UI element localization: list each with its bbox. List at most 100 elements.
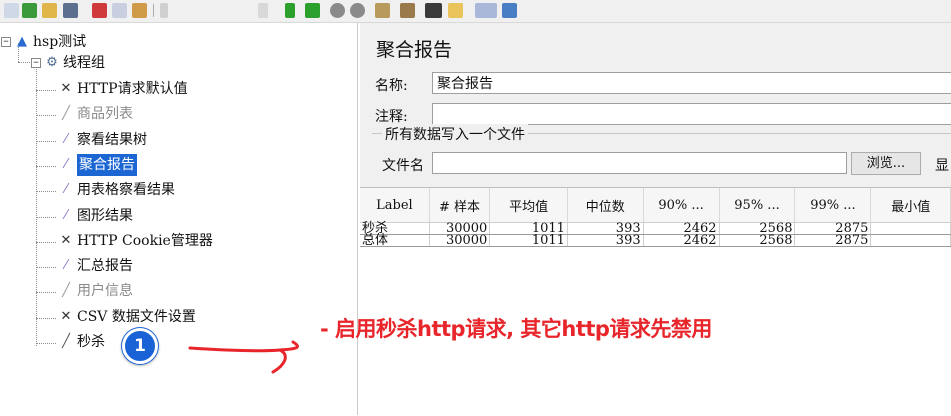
- table-cell: [870, 234, 951, 247]
- stop-icon[interactable]: [330, 3, 345, 18]
- column-header[interactable]: Label: [360, 188, 430, 223]
- tree-node-item[interactable]: ⁄ 察看结果树: [58, 129, 147, 151]
- page-title: 聚合报告: [376, 39, 453, 61]
- tree-node-label: 线程组: [63, 55, 105, 71]
- column-header[interactable]: 中位数: [567, 188, 644, 223]
- tree-line: [36, 241, 56, 243]
- tree-line: [36, 90, 56, 91]
- group-legend: 所有数据写入一个文件: [382, 124, 528, 144]
- browse-button[interactable]: 浏览...: [851, 152, 921, 175]
- tree-line: [36, 165, 56, 167]
- testplan-icon: ▲: [17, 34, 27, 49]
- filename-field[interactable]: [432, 152, 847, 174]
- column-header[interactable]: 平均值: [489, 188, 568, 223]
- tree-node-label: 秒杀: [77, 334, 105, 350]
- tree-line: [36, 191, 56, 193]
- tree-node-label: 汇总报告: [77, 258, 133, 275]
- tree-line: [36, 216, 56, 218]
- tree-node-label: CSV 数据文件设置: [77, 308, 196, 325]
- tree-node-item[interactable]: ⁄ 聚合报告: [58, 153, 137, 176]
- table-cell: 393: [567, 234, 644, 247]
- filename-label: 文件名: [382, 158, 424, 174]
- table-cell: 30000: [429, 234, 491, 247]
- step-badge: 1: [122, 328, 158, 364]
- tree-line: [36, 317, 56, 319]
- graph-icon: ⁄: [64, 182, 68, 198]
- start-no-pause-icon[interactable]: [305, 3, 320, 18]
- tree-node-label: 察看结果树: [77, 131, 147, 148]
- instruction-text: - 启用秒杀http请求, 其它http请求先禁用: [320, 317, 712, 341]
- pipette-icon: ╱: [62, 334, 70, 349]
- pipette-icon: ╱: [62, 106, 70, 122]
- tree-node-label: 用表格察看结果: [77, 182, 175, 199]
- column-header[interactable]: # 样本: [429, 188, 491, 223]
- table-cell: 2875: [794, 234, 872, 247]
- column-header[interactable]: 95% ...: [719, 188, 796, 223]
- new-plan-icon[interactable]: [4, 3, 19, 18]
- tree-node-item[interactable]: ✕ CSV 数据文件设置: [58, 306, 196, 328]
- clear-all-icon[interactable]: [448, 3, 463, 18]
- gear-icon: ⚙: [46, 55, 58, 70]
- wrench-icon: ✕: [60, 232, 72, 248]
- remote-start-icon[interactable]: [375, 3, 390, 18]
- toolbar-separator: [153, 4, 154, 17]
- tree-node-label: 商品列表: [77, 106, 133, 123]
- arrow-annotation: [188, 340, 299, 374]
- display-label: 显: [935, 158, 949, 174]
- cut-icon[interactable]: [92, 3, 107, 18]
- tree-node-item[interactable]: ╱ 商品列表: [58, 103, 133, 125]
- tree-node-item[interactable]: ⁄ 图形结果: [58, 205, 133, 227]
- tree-node-label: HTTP请求默认值: [77, 81, 188, 97]
- table-cell: 2568: [719, 234, 796, 247]
- tree-node-item[interactable]: ✕ HTTP Cookie管理器: [58, 230, 213, 252]
- start-icon[interactable]: [285, 3, 295, 18]
- table-cell: 总体: [360, 234, 430, 247]
- tree-line: [36, 292, 56, 294]
- tree-line: [36, 115, 56, 117]
- shutdown-icon[interactable]: [350, 3, 365, 18]
- search-icon[interactable]: [475, 3, 497, 18]
- collapse-threadgroup-toggle[interactable]: −: [31, 58, 41, 68]
- table-row[interactable]: 总体 30000 1011 393 2462 2568 2875: [360, 234, 951, 247]
- graph-icon: ⁄: [64, 258, 68, 274]
- tree-node-item[interactable]: ✕ HTTP请求默认值: [58, 78, 188, 100]
- tree-node-thread-group[interactable]: ⚙ 线程组: [44, 52, 105, 74]
- table-cell: 1011: [489, 234, 568, 247]
- results-table: Label # 样本 平均值 中位数 90% ... 95% ... 99% ... 最小值 …: [360, 187, 951, 416]
- tree-node-item[interactable]: ⁄ 用表格察看结果: [58, 179, 175, 201]
- collapse-root-toggle[interactable]: −: [1, 37, 11, 47]
- tree-node-label: 用户信息: [77, 283, 133, 300]
- tree-node-item[interactable]: ╱ 秒杀: [58, 331, 105, 353]
- name-field[interactable]: 聚合报告: [432, 72, 951, 94]
- tree-node-root[interactable]: ▲ hsp测试: [14, 31, 86, 53]
- expand-icon[interactable]: [160, 3, 168, 18]
- wrench-icon: ✕: [60, 81, 72, 96]
- column-header[interactable]: 99% ...: [794, 188, 872, 223]
- tree-node-item[interactable]: ╱ 用户信息: [58, 280, 133, 302]
- templates-icon[interactable]: [22, 3, 37, 18]
- tree-node-label: HTTP Cookie管理器: [77, 232, 213, 249]
- reset-search-icon[interactable]: [502, 3, 517, 18]
- comment-label: 注释:: [375, 109, 408, 125]
- tree-line: [36, 267, 56, 269]
- open-folder-icon[interactable]: [42, 3, 57, 18]
- column-header[interactable]: 最小值: [870, 188, 951, 223]
- remote-stop-icon[interactable]: [400, 3, 415, 18]
- tree-node-item[interactable]: ⁄ 汇总报告: [58, 255, 133, 277]
- tree-line: [36, 67, 37, 346]
- copy-icon[interactable]: [112, 3, 127, 18]
- graph-icon: ⁄: [64, 207, 68, 223]
- wrench-icon: ✕: [60, 308, 72, 324]
- column-header[interactable]: 90% ...: [643, 188, 720, 223]
- paste-icon[interactable]: [132, 3, 147, 18]
- pipette-icon: ╱: [62, 283, 70, 299]
- aggregate-report-panel: 聚合报告 名称: 聚合报告 注释: 所有数据写入一个文件 文件名 浏览... 显…: [360, 23, 951, 416]
- table-header-row: Label # 样本 平均值 中位数 90% ... 95% ... 99% ... 最小值: [360, 188, 951, 223]
- graph-icon: ⁄: [64, 156, 68, 172]
- toggle-icon[interactable]: [258, 3, 268, 18]
- comment-field[interactable]: [432, 103, 951, 125]
- name-label: 名称:: [375, 78, 408, 94]
- clear-icon[interactable]: [425, 3, 442, 18]
- tree-node-label: 聚合报告: [77, 153, 137, 176]
- save-icon[interactable]: [63, 3, 78, 18]
